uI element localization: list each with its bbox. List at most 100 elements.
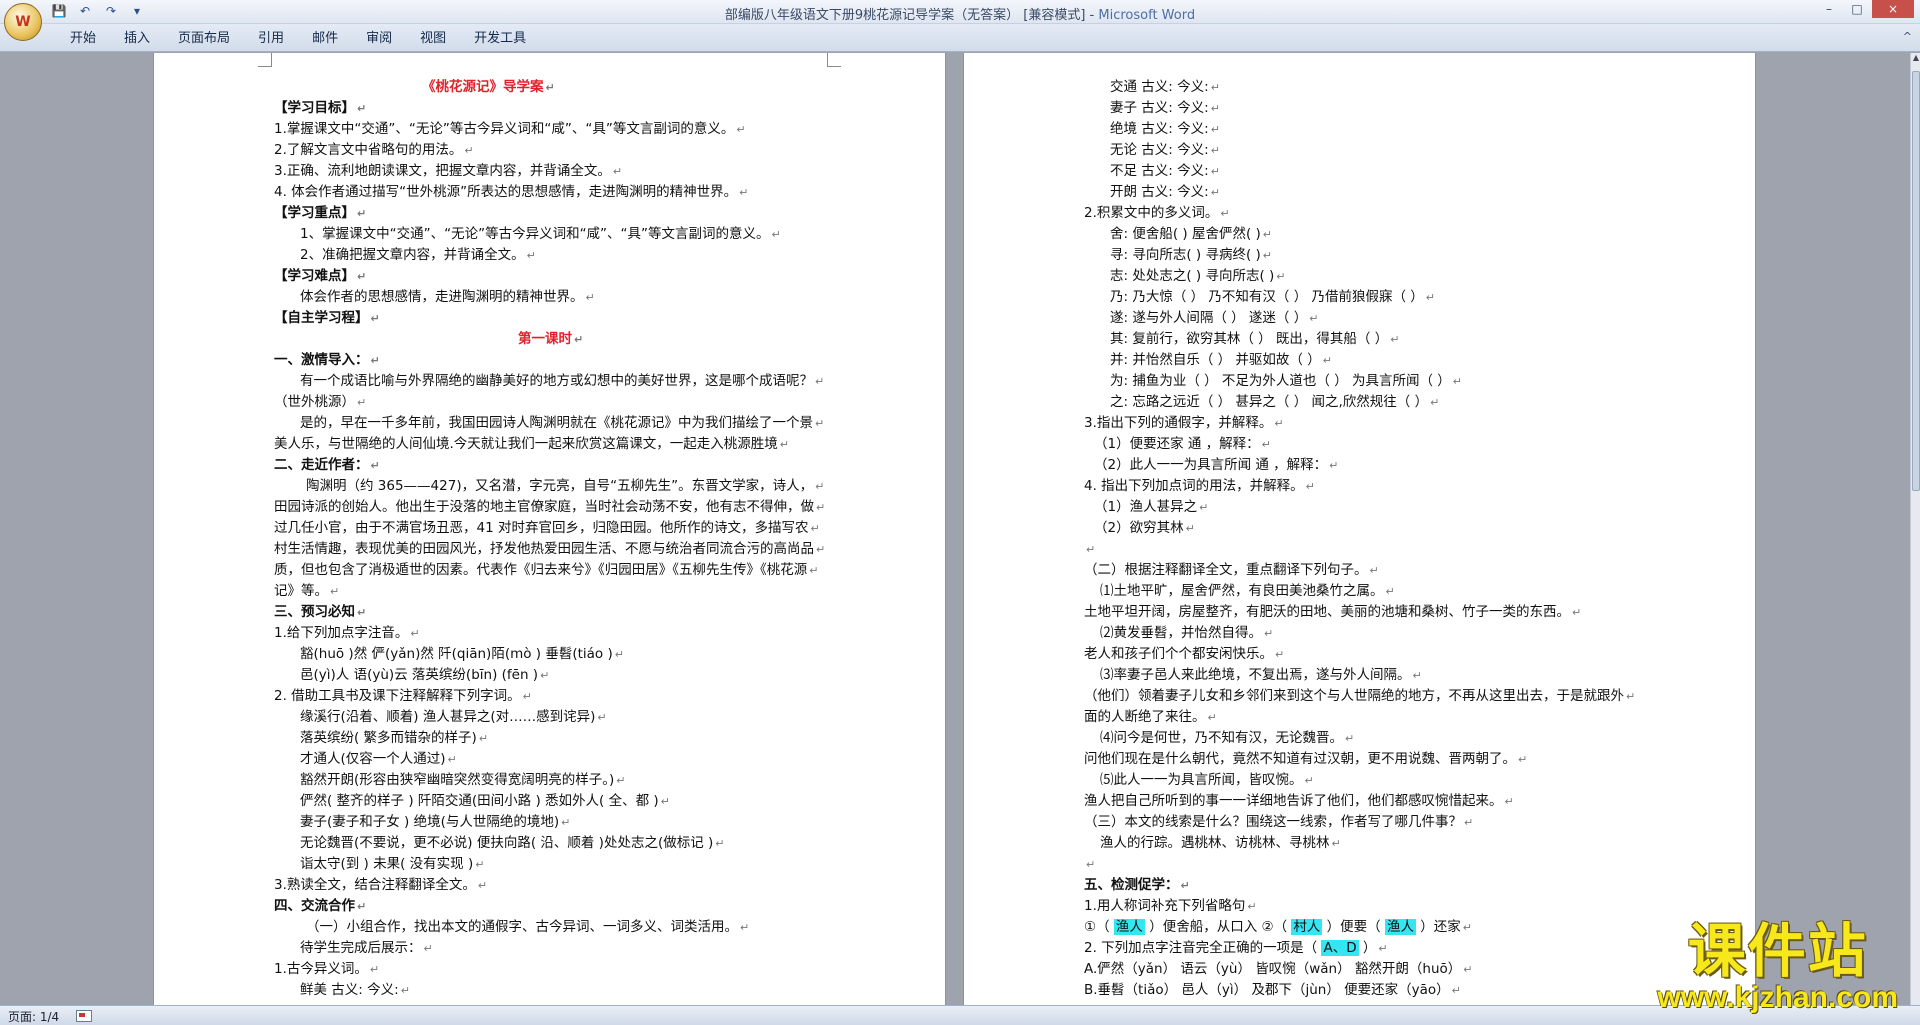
paragraph-line: （二）根据注释翻译全文，重点翻译下列句子。 ↵ bbox=[1084, 560, 1379, 581]
paragraph-line: 寻: 寻向所志( ) 寻病终( ) ↵ bbox=[1110, 245, 1272, 266]
paragraph-mark-icon: ↵ bbox=[815, 417, 825, 430]
line-text: （一）小组合作，找出本文的通假字、古今异词、一词多义、词类活用。 bbox=[306, 919, 738, 935]
maximize-button[interactable]: □ bbox=[1844, 0, 1870, 18]
line-text: 3.指出下列的通假字，并解释。 bbox=[1084, 415, 1273, 431]
line-text: 美人乐，与世隔绝的人间仙境.今天就让我们一起来欣赏这篇课文，一起走入桃源胜境 bbox=[274, 436, 778, 452]
ribbon-tab[interactable]: 插入 bbox=[110, 30, 164, 48]
line-text: ⑶率妻子邑人来此绝境，不复出焉，遂与外人间隔。 bbox=[1100, 667, 1411, 683]
ribbon-tab[interactable]: 邮件 bbox=[298, 30, 352, 48]
paragraph-line: ↵ bbox=[1084, 539, 1095, 560]
paragraph-mark-icon: ↵ bbox=[1504, 795, 1514, 808]
line-text: 寻: 寻向所志( ) 寻病终( ) bbox=[1110, 247, 1261, 263]
paragraph-line: 无论魏晋(不要说，更不必说) 便扶向路( 沿、顺着 )处处志之(做标记 ) ↵ bbox=[300, 833, 724, 854]
minimize-button[interactable]: – bbox=[1816, 0, 1842, 18]
paragraph-mark-icon: ↵ bbox=[736, 123, 746, 136]
paragraph-line: 无论 古义: 今义: ↵ bbox=[1110, 140, 1220, 161]
line-text: 渔人把自己所听到的事一一详细地告诉了他们，他们都感叹惋惜起来。 bbox=[1084, 793, 1503, 809]
paragraph-line: B.垂髫（tiǎo） 邑人（yì） 及郡下（jùn） 便要还家（yāo） ↵ bbox=[1084, 980, 1461, 1001]
line-text: 陶渊明（约 365——427)，又名潜，字元亮，自号“五柳先生”。东晋文学家，诗… bbox=[306, 478, 814, 494]
paragraph-mark-icon: ↵ bbox=[585, 291, 595, 304]
line-text: 1.用人称词补充下列省略句 bbox=[1084, 898, 1246, 914]
ribbon-tab[interactable]: 开始 bbox=[56, 30, 110, 48]
scroll-up-icon[interactable]: ▲ bbox=[1911, 53, 1920, 67]
paragraph-line: 第一课时 ↵ bbox=[518, 329, 583, 350]
paragraph-line: 并: 并怡然自乐（ ） 并驱如故（ ） ↵ bbox=[1110, 350, 1332, 371]
paragraph-line: （1）便要还家 通 ，解释： ↵ bbox=[1094, 434, 1271, 455]
macro-record-icon[interactable] bbox=[76, 1010, 92, 1022]
paragraph-line: ⑸此人一一为具言所闻，皆叹惋。 ↵ bbox=[1100, 770, 1314, 791]
paragraph-line: 问他们现在是什么朝代，竟然不知道有过汉朝，更不用说魏、晋两朝了。 ↵ bbox=[1084, 749, 1527, 770]
document-page-2[interactable]: 交通 古义: 今义: ↵ 妻子 古义: 今义: ↵ 绝境 古义: 今义: ↵ 无论 古义: … bbox=[963, 53, 1756, 1005]
ribbon-tab[interactable]: 开发工具 bbox=[460, 30, 540, 48]
paragraph-line: 【学习重点】 ↵ bbox=[274, 203, 366, 224]
paragraph-line: 是的，早在一千多年前，我国田园诗人陶渊明就在《桃花源记》中为我们描绘了一个景 ↵ bbox=[300, 413, 824, 434]
paragraph-mark-icon: ↵ bbox=[1086, 543, 1096, 556]
paragraph-line: 妻子 古义: 今义: ↵ bbox=[1110, 98, 1220, 119]
line-text: （二）根据注释翻译全文，重点翻译下列句子。 bbox=[1084, 562, 1368, 578]
paragraph-mark-icon: ↵ bbox=[1185, 522, 1195, 535]
line-text: 体会作者的思想感情，走进陶渊明的精神世界。 bbox=[300, 289, 584, 305]
ribbon-tab[interactable]: 审阅 bbox=[352, 30, 406, 48]
paragraph-line: 2. 下列加点字注音完全正确的一项是（ A、D ） ↵ bbox=[1084, 938, 1388, 959]
line-text: 妻子 古义: 今义: bbox=[1110, 100, 1209, 116]
paragraph-line: 舍: 便舍船( ) 屋舍俨然( ) ↵ bbox=[1110, 224, 1272, 245]
paragraph-mark-icon: ↵ bbox=[1518, 753, 1528, 766]
paragraph-mark-icon: ↵ bbox=[1462, 921, 1472, 934]
paragraph-line: 【学习目标】 ↵ bbox=[274, 98, 366, 119]
page-count-status[interactable]: 页面: 1/4 bbox=[8, 1008, 59, 1025]
paragraph-mark-icon: ↵ bbox=[561, 816, 571, 829]
paragraph-line: （2）此人一一为具言所闻 通 ，解释： ↵ bbox=[1094, 455, 1338, 476]
office-button[interactable]: W bbox=[4, 3, 42, 41]
paragraph-mark-icon: ↵ bbox=[357, 606, 367, 619]
line-text: 乃: 乃大惊（ ） 乃不知有汉（ ） 乃借前狼假寐（ ） bbox=[1110, 289, 1424, 305]
line-text: （2）欲穷其林 bbox=[1094, 520, 1184, 536]
paragraph-mark-icon: ↵ bbox=[1309, 312, 1319, 325]
paragraph-line: 质，但也包含了消极遁世的因素。代表作《归去来兮》《归园田居》《五柳先生传》《桃花… bbox=[274, 560, 818, 581]
line-text: 落英缤纷( 繁多而错杂的样子) bbox=[300, 730, 477, 746]
line-text: 之: 忘路之远近（ ） 甚异之（ ） 闻之,欣然规往（ ） bbox=[1110, 394, 1429, 410]
close-button[interactable]: × bbox=[1872, 0, 1914, 18]
line-text: 【学习重点】 bbox=[274, 205, 355, 221]
paragraph-mark-icon: ↵ bbox=[330, 585, 340, 598]
ribbon-tab[interactable]: 页面布局 bbox=[164, 30, 244, 48]
paragraph-mark-icon: ↵ bbox=[1262, 249, 1272, 262]
paragraph-mark-icon: ↵ bbox=[357, 396, 367, 409]
line-text: 才通人(仅容一个人通过) bbox=[300, 751, 446, 767]
scrollbar-thumb[interactable] bbox=[1912, 71, 1920, 491]
ribbon-tab[interactable]: 视图 bbox=[406, 30, 460, 48]
paragraph-mark-icon: ↵ bbox=[815, 375, 825, 388]
paragraph-line: 体会作者的思想感情，走进陶渊明的精神世界。 ↵ bbox=[300, 287, 595, 308]
watermark-logo: 课件站 www.kjzhan.com bbox=[1657, 920, 1898, 1014]
text-run: ）便要（ bbox=[1322, 919, 1385, 935]
line-text: 豁(huō )然 俨(yǎn)然 阡(qiān)陌(mò ) 垂髫(tiáo ) bbox=[300, 646, 613, 662]
document-page-1[interactable]: 《桃花源记》导学案 ↵ 【学习目标】 ↵ 1.掌握课文中“交通”、“无论”等古今异义词和… bbox=[153, 53, 946, 1005]
paragraph-mark-icon: ↵ bbox=[357, 102, 367, 115]
line-text: 为: 捕鱼为业（ ） 不足为外人道也（ ） 为具言所闻（ ） bbox=[1110, 373, 1451, 389]
ribbon-minimize-icon[interactable]: ^ bbox=[1903, 30, 1912, 43]
line-text: 2.了解文言文中省略句的用法。 bbox=[274, 142, 463, 158]
paragraph-mark-icon: ↵ bbox=[815, 480, 825, 493]
line-text: 三、预习必知 bbox=[274, 604, 355, 620]
paragraph-mark-icon: ↵ bbox=[475, 858, 485, 871]
paragraph-line: ⑵黄发垂髫，并怡然自得。 ↵ bbox=[1100, 623, 1273, 644]
paragraph-line: ↵ bbox=[1084, 854, 1095, 875]
paragraph-mark-icon: ↵ bbox=[1247, 900, 1257, 913]
paragraph-line: 2.了解文言文中省略句的用法。 ↵ bbox=[274, 140, 474, 161]
line-text: 记》等。 bbox=[274, 583, 328, 599]
paragraph-mark-icon: ↵ bbox=[1210, 123, 1220, 136]
paragraph-line: 3.指出下列的通假字，并解释。 ↵ bbox=[1084, 413, 1284, 434]
paragraph-line: 过几任小官，由于不满官场丑恶，41 对时弃官回乡，归隐田园。他所作的诗文，多描写… bbox=[274, 518, 820, 539]
paragraph-mark-icon: ↵ bbox=[771, 228, 781, 241]
paragraph-line: 不足 古义: 今义: ↵ bbox=[1110, 161, 1220, 182]
paragraph-mark-icon: ↵ bbox=[357, 207, 367, 220]
line-text: 质，但也包含了消极遁世的因素。代表作《归去来兮》《归园田居》《五柳先生传》《桃花… bbox=[274, 562, 808, 578]
line-text: （他们）领着妻子儿女和乡邻们来到这个与人世隔绝的地方，不再从这里出去，于是就跟外 bbox=[1084, 688, 1624, 704]
line-text: ⑷问今是何世，乃不知有汉，无论魏晋。 bbox=[1100, 730, 1343, 746]
line-text: 妻子(妻子和子女 ) 绝境(与人世隔绝的境地) bbox=[300, 814, 560, 830]
line-text: 1.古今异义词。 bbox=[274, 961, 368, 977]
ribbon-tab[interactable]: 引用 bbox=[244, 30, 298, 48]
line-text: （世外桃源） bbox=[274, 394, 355, 410]
vertical-scrollbar[interactable]: ▲ bbox=[1910, 53, 1920, 1005]
paragraph-line: 3.熟读全文，结合注释翻译全文。 ↵ bbox=[274, 875, 487, 896]
paragraph-mark-icon: ↵ bbox=[1210, 81, 1220, 94]
